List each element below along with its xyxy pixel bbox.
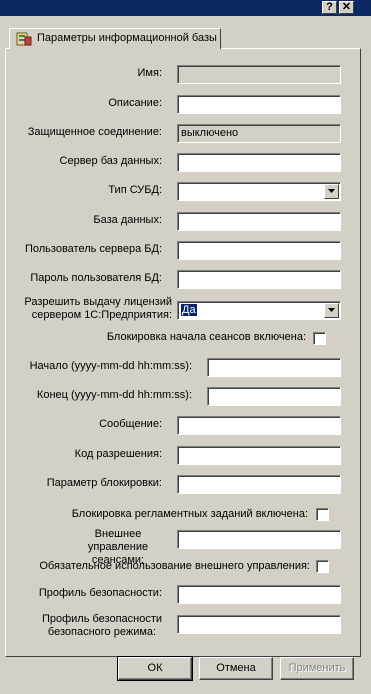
lock-param-input[interactable]	[177, 475, 341, 494]
lock-param-label: Параметр блокировки:	[46, 477, 162, 489]
licenses-select[interactable]: Да	[177, 301, 341, 320]
security-profile-input[interactable]	[177, 585, 341, 604]
scheduled-lock-checkbox[interactable]	[316, 508, 329, 521]
licenses-dropdown-button[interactable]	[324, 303, 339, 318]
window-titlebar: ? ✕	[0, 0, 371, 16]
licenses-label: Разрешить выдачу лицензий сервером 1С:Пр…	[24, 296, 172, 321]
scheduled-lock-label: Блокировка регламентных заданий включена…	[71, 508, 308, 520]
permission-code-label: Код разрешения:	[74, 448, 162, 460]
session-lock-label: Блокировка начала сеансов включена:	[106, 331, 306, 343]
message-label: Сообщение:	[99, 418, 162, 430]
safe-mode-profile-label: Профиль безопасности безопасного режима:	[41, 613, 163, 638]
tab-label: Параметры информационной базы	[37, 32, 217, 44]
cancel-button[interactable]: Отмена	[199, 657, 273, 680]
description-label: Описание:	[108, 97, 162, 109]
ok-button[interactable]: ОК	[117, 656, 193, 681]
security-profile-label: Профиль безопасности:	[38, 587, 162, 599]
lock-start-label: Начало (yyyy-mm-dd hh:mm:ss):	[29, 360, 192, 372]
safe-mode-profile-input[interactable]	[177, 615, 341, 634]
dbms-type-label: Тип СУБД:	[108, 184, 162, 196]
ext-mgmt-required-label: Обязательное использование внешнего упра…	[39, 560, 310, 572]
tab-infobase-params[interactable]: Параметры информационной базы	[9, 28, 221, 49]
db-server-input[interactable]	[177, 153, 341, 172]
licenses-value: Да	[181, 304, 197, 316]
infobase-icon	[16, 32, 32, 46]
database-label: База данных:	[93, 214, 162, 226]
dbms-type-dropdown-button[interactable]	[324, 184, 339, 199]
db-user-input[interactable]	[177, 241, 341, 260]
name-field	[177, 65, 341, 84]
description-input[interactable]	[177, 95, 341, 114]
secure-connection-label: Защищенное соединение:	[27, 126, 162, 138]
help-button[interactable]: ?	[322, 1, 337, 14]
message-input[interactable]	[177, 416, 341, 435]
lock-start-input[interactable]	[207, 358, 341, 377]
db-server-label: Сервер баз данных:	[59, 155, 162, 167]
db-password-input[interactable]	[177, 270, 341, 289]
session-lock-checkbox[interactable]	[313, 332, 326, 345]
lock-end-label: Конец (yyyy-mm-dd hh:mm:ss):	[36, 389, 192, 401]
secure-connection-field: выключено	[177, 124, 341, 143]
db-password-label: Пароль пользователя БД:	[30, 272, 162, 284]
db-user-label: Пользователь сервера БД:	[24, 243, 162, 255]
ext-session-mgmt-input[interactable]	[177, 530, 341, 549]
ext-mgmt-required-checkbox[interactable]	[316, 560, 329, 573]
close-button[interactable]: ✕	[339, 1, 354, 14]
lock-end-input[interactable]	[207, 387, 341, 406]
dbms-type-select[interactable]	[177, 182, 341, 201]
chevron-down-icon	[328, 189, 335, 193]
database-input[interactable]	[177, 212, 341, 231]
chevron-down-icon	[328, 308, 335, 312]
apply-button[interactable]: Применить	[280, 657, 354, 680]
name-label: Имя:	[137, 67, 162, 79]
permission-code-input[interactable]	[177, 446, 341, 465]
